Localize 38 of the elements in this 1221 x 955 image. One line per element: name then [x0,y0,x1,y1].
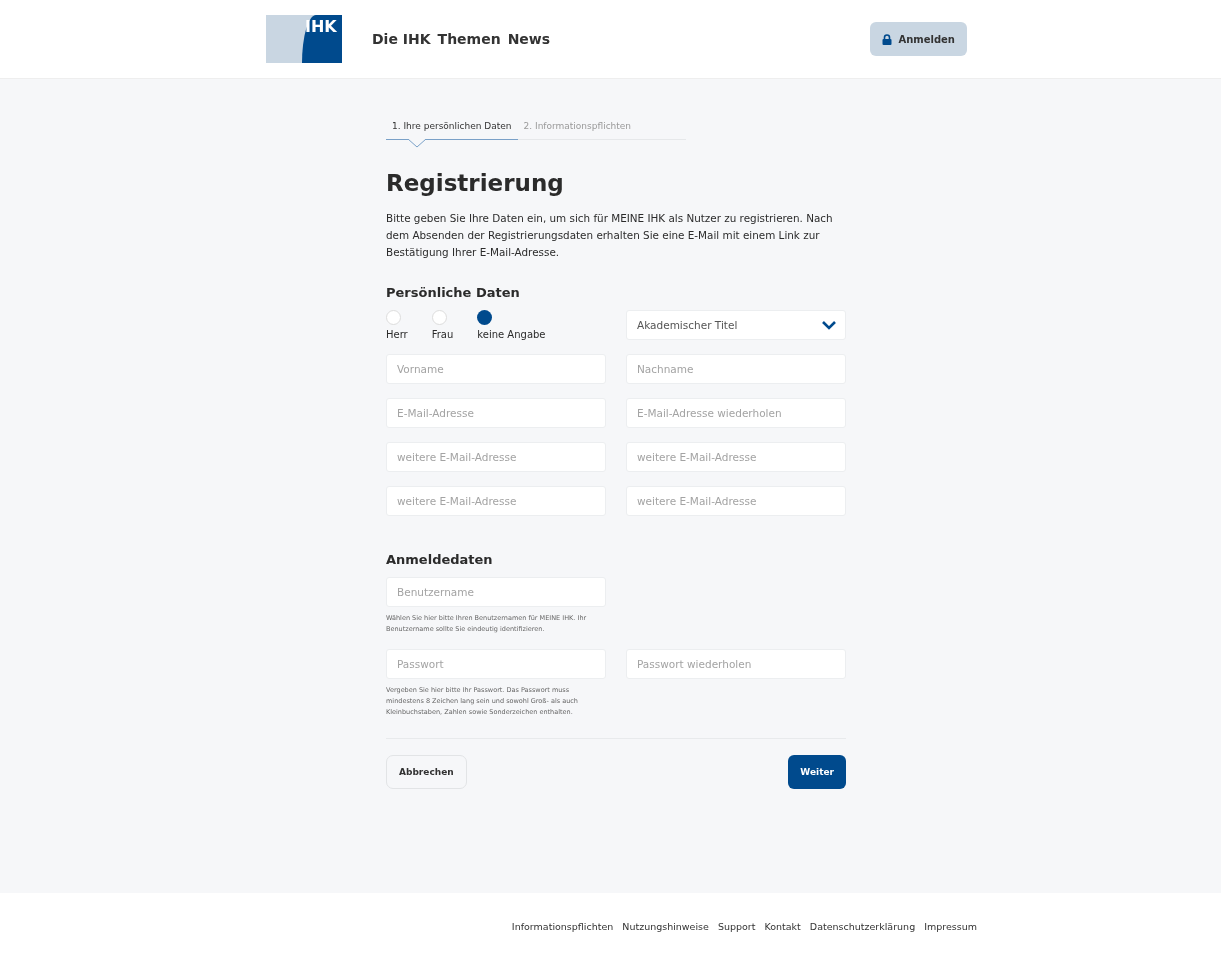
input-field[interactable]: weitere E-Mail-Adresse [386,486,606,516]
radio-button[interactable] [431,310,447,325]
radio-label: Herr [386,329,408,340]
input-field[interactable]: Vorname [386,354,606,384]
radio-button[interactable] [477,310,493,325]
footer-link[interactable]: Informationspflichten [511,921,614,932]
input-field[interactable]: E-Mail-Adresse wiederholen [626,398,846,428]
title-select[interactable]: Akademischer Titel [626,310,846,340]
footer-link[interactable]: Nutzungshinweise [622,921,709,932]
next-button[interactable]: Weiter [788,755,846,789]
footer-link[interactable]: Support [717,921,756,932]
radio-button[interactable] [386,310,401,325]
nav-link[interactable]: News [507,31,551,47]
input-field[interactable]: Nachname [626,354,846,384]
section-heading: Anmeldedaten [386,552,494,567]
logo[interactable]: IHK [266,15,342,63]
input-field[interactable]: E-Mail-Adresse [386,398,606,428]
section-heading: Persönliche Daten [386,285,521,300]
footer-link[interactable]: Impressum [924,921,977,932]
input-field[interactable]: Benutzername [386,577,606,607]
nav-link[interactable]: Die IHK [372,31,431,47]
radio-label: Frau [431,329,454,340]
input-field[interactable]: Passwort wiederholen [626,649,846,679]
input-field[interactable]: weitere E-Mail-Adresse [386,442,606,472]
intro-text: Bitte geben Sie Ihre Daten ein, um sich für MEINE IHK als Nutzer zu registrieren. Nach dem Absenden der Registrierungsdaten erhalten Sie eine E-Mail mit einem Link zur Bestätigung Ihrer E-Mail-Adresse. [386,211,834,260]
radio-label: keine Angabe [477,329,546,340]
input-field[interactable]: weitere E-Mail-Adresse [626,486,846,516]
input-field[interactable]: weitere E-Mail-Adresse [626,442,846,472]
cancel-button[interactable]: Abbrechen [386,755,467,789]
lock-icon [882,33,893,45]
page-title: Registrierung [386,170,565,196]
footer-link[interactable]: Datenschutzerklärung [809,921,916,932]
footer-link[interactable]: Kontakt [764,921,801,932]
nav-link[interactable]: Themen [437,31,501,47]
input-field[interactable]: Passwort [386,649,606,679]
login-button[interactable]: Anmelden [870,22,967,56]
chevron-down-icon [821,320,837,330]
step-pointer-icon [408,139,426,148]
